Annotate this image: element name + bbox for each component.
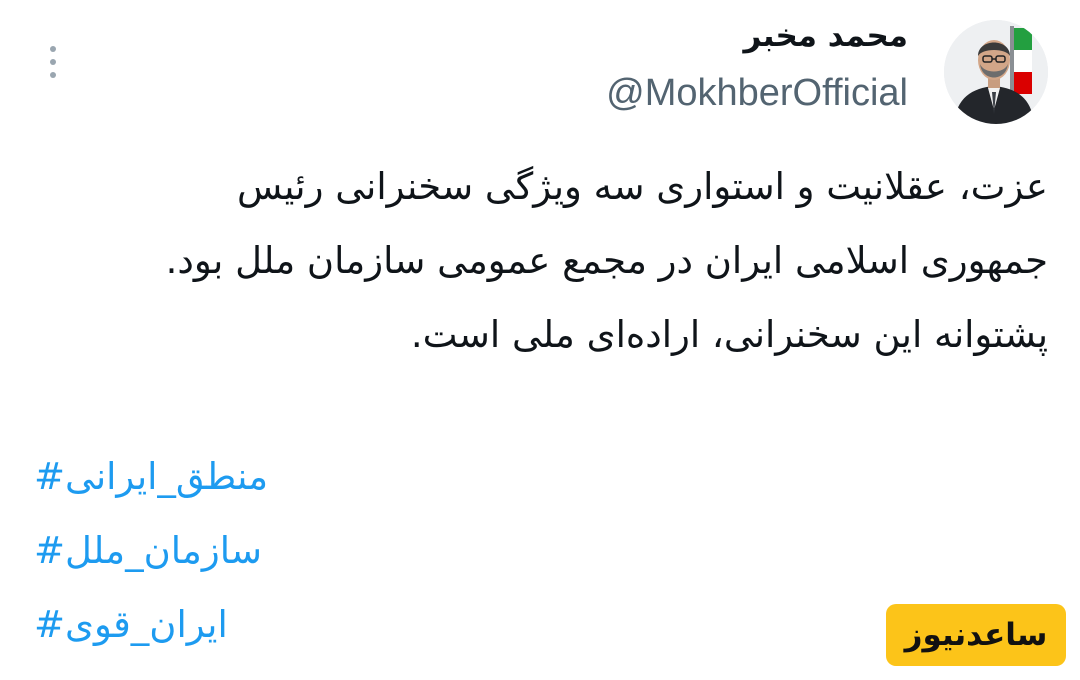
more-options-button[interactable] [38,40,68,84]
hashtag-list: #منطق_ایرانی #سازمان_ملل #ایران_قوی [34,440,434,662]
more-vertical-icon [50,46,56,52]
more-vertical-icon-dot [50,72,56,78]
tweet-text: عزت، عقلانیت و استواری سه ویژگی سخنرانی … [28,150,1048,372]
tweet-text-line: پشتوانه این سخنرانی، اراده‌ای ملی است. [410,313,1048,356]
tweet-card: محمد مخبر @MokhberOfficial عزت، عقلانیت … [0,0,1080,680]
profile-photo [944,20,1048,124]
tweet-text-line: عزت، عقلانیت و استواری سه ویژگی سخنرانی … [236,165,1048,208]
author-handle[interactable]: @MokhberOfficial [606,72,908,115]
more-vertical-icon-dot [50,59,56,65]
hashtag-link[interactable]: #سازمان_ملل [34,514,434,588]
hashtag-link[interactable]: #منطق_ایرانی [34,440,434,514]
tweet-text-line: جمهوری اسلامی ایران در مجمع عمومی سازمان… [165,239,1048,282]
author-display-name[interactable]: محمد مخبر [744,18,909,54]
hashtag-link[interactable]: #ایران_قوی [34,588,434,662]
watermark-logo: ساعدنیوز [886,604,1066,666]
avatar[interactable] [944,20,1048,124]
